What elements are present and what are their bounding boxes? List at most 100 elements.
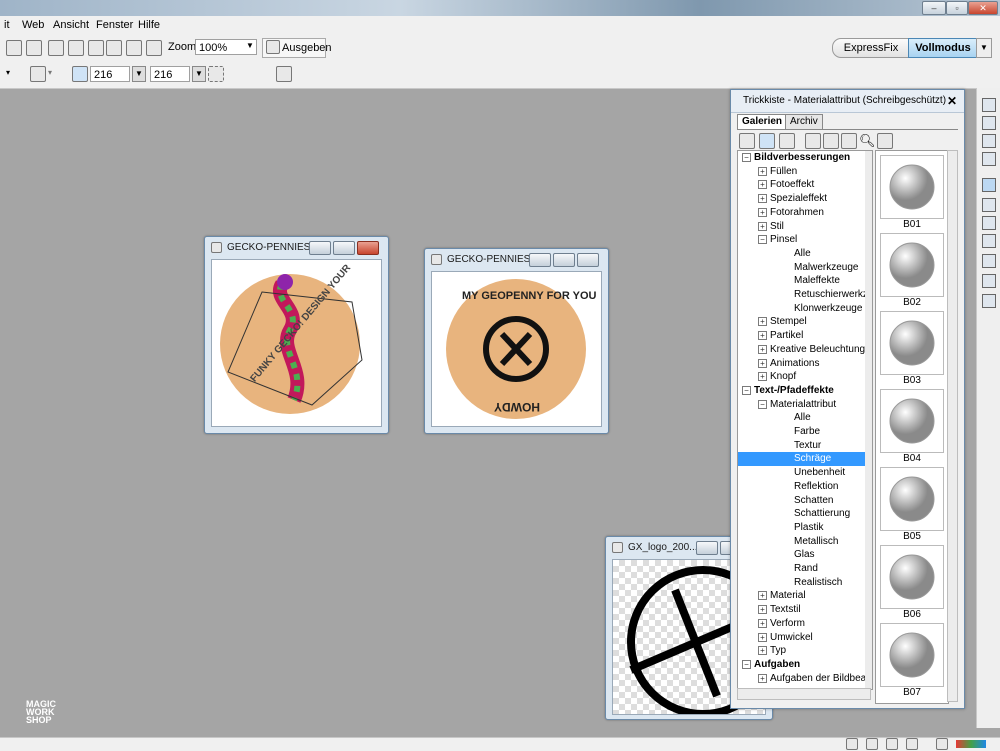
history-icon[interactable] [982, 152, 996, 166]
expand-icon[interactable]: + [758, 673, 767, 683]
tree-item[interactable]: Alle [738, 247, 872, 261]
expand-icon[interactable]: + [758, 618, 767, 628]
fullmode-button[interactable]: Vollmodus [908, 38, 978, 58]
expand-icon[interactable]: + [758, 207, 767, 217]
expand-icon[interactable]: + [758, 605, 767, 615]
doc-minimize-button[interactable] [529, 253, 551, 267]
options-icon[interactable] [877, 133, 893, 149]
tree-item[interactable]: − Text-/Pfadeffekte [738, 384, 872, 398]
doc-close-button[interactable] [577, 253, 599, 267]
list-icon[interactable] [805, 133, 821, 149]
gallery-thumb[interactable] [880, 467, 944, 531]
tree-item[interactable]: + Typ [738, 644, 872, 658]
tree-item[interactable]: Schatten [738, 494, 872, 508]
camera-icon[interactable] [6, 40, 22, 56]
tree-item[interactable]: Malwerkzeuge [738, 261, 872, 275]
home-icon[interactable] [739, 133, 755, 149]
tree-item[interactable]: Realistisch [738, 576, 872, 590]
expressfix-button[interactable]: ExpressFix [832, 38, 910, 58]
gallery-thumb[interactable] [880, 233, 944, 297]
tree-view-icon[interactable] [759, 133, 775, 149]
tree-item[interactable]: + Animations [738, 357, 872, 371]
minimize-button[interactable]: – [922, 1, 946, 15]
document-canvas[interactable]: FUNKY GECKO! DESIGN YOUR [211, 259, 382, 427]
doc-minimize-button[interactable] [309, 241, 331, 255]
tree-item[interactable]: + Spezialeffekt [738, 192, 872, 206]
search-icon[interactable]: 🔍︎ [859, 133, 876, 149]
objects-icon[interactable] [982, 116, 996, 130]
gallery-thumb[interactable] [880, 545, 944, 609]
pages-icon[interactable] [982, 134, 996, 148]
doc-minimize-button[interactable] [696, 541, 718, 555]
fit-icon[interactable] [146, 40, 162, 56]
marquee-icon[interactable] [208, 66, 224, 82]
tree-horizontal-scrollbar[interactable] [737, 688, 871, 700]
tree-item[interactable]: Klonwerkzeuge [738, 302, 872, 316]
tree-item[interactable]: Reflektion [738, 480, 872, 494]
layers-icon[interactable] [982, 98, 996, 112]
doc-maximize-button[interactable] [333, 241, 355, 255]
tree-item[interactable]: − Pinsel [738, 233, 872, 247]
tree-item[interactable]: + Verform [738, 617, 872, 631]
tree-item[interactable]: Unebenheit [738, 466, 872, 480]
tree-item[interactable]: Schattierung [738, 507, 872, 521]
tree-item[interactable]: − Materialattribut [738, 398, 872, 412]
tree-item[interactable]: Plastik [738, 521, 872, 535]
selection-mode-icon[interactable] [30, 66, 46, 82]
tree-item[interactable]: Glas [738, 548, 872, 562]
copy-icon[interactable] [106, 40, 122, 56]
document-window-gecko-1[interactable]: GECKO-PENNIES... FUNKY GECKO! DESIGN YOU… [204, 236, 389, 434]
histogram-icon[interactable] [982, 254, 996, 268]
collapse-icon[interactable]: − [758, 399, 767, 409]
expand-icon[interactable]: + [758, 646, 767, 656]
height-input[interactable]: 216 [150, 66, 190, 82]
play-icon[interactable] [982, 216, 996, 230]
brightness-icon[interactable] [68, 40, 84, 56]
doc-close-button[interactable] [357, 241, 379, 255]
expand-icon[interactable]: + [758, 317, 767, 327]
tree-item[interactable]: Schräge [738, 452, 872, 467]
tree-item[interactable]: + Textstil [738, 603, 872, 617]
expand-icon[interactable]: + [758, 194, 767, 204]
close-button[interactable]: ✕ [968, 1, 998, 15]
crop-icon[interactable] [88, 40, 104, 56]
panel-titlebar[interactable]: Trickkiste - Materialattribut (Schreibge… [731, 90, 964, 113]
category-tree[interactable]: − Bildverbesserungen + Füllen + Fotoeffekt + Sp… [737, 150, 873, 690]
collapse-icon[interactable]: − [742, 659, 751, 669]
gallery-thumb[interactable] [880, 623, 944, 687]
text-icon[interactable] [982, 234, 996, 248]
grid-icon[interactable] [841, 133, 857, 149]
width-input[interactable]: 216 [90, 66, 130, 82]
gallery-thumb[interactable] [880, 155, 944, 219]
collapse-icon[interactable]: − [742, 385, 751, 395]
expand-icon[interactable]: + [758, 221, 767, 231]
edit-icon[interactable] [823, 133, 839, 149]
menu-web[interactable]: Web [22, 19, 44, 31]
gallery-thumb[interactable] [880, 389, 944, 453]
tree-item[interactable]: + Fotorahmen [738, 206, 872, 220]
hand-icon[interactable] [779, 133, 795, 149]
tree-item[interactable]: + Kreative Beleuchtungs [738, 343, 872, 357]
output-button[interactable]: Ausgeben [262, 38, 332, 58]
menu-help[interactable]: Hilfe [138, 19, 160, 31]
tree-item[interactable]: Metallisch [738, 535, 872, 549]
tree-item[interactable]: Retuschierwerkzeuge [738, 288, 872, 302]
expand-icon[interactable]: + [758, 358, 767, 368]
tree-item[interactable]: + Partikel [738, 329, 872, 343]
tree-item[interactable]: + Fotoeffekt [738, 178, 872, 192]
gallery-scrollbar[interactable] [947, 150, 958, 702]
paste-icon[interactable] [126, 40, 142, 56]
menu-edit[interactable]: it [4, 19, 10, 31]
document-canvas[interactable]: MY GEOPENNY FOR YOU HOWDY [431, 271, 602, 427]
color-icon[interactable] [982, 198, 996, 212]
expand-icon[interactable]: + [758, 166, 767, 176]
menu-window[interactable]: Fenster [96, 19, 133, 31]
menu-view[interactable]: Ansicht [53, 19, 89, 31]
tree-item[interactable]: + Material [738, 589, 872, 603]
tree-item[interactable]: + Stempel [738, 315, 872, 329]
house-icon[interactable] [276, 66, 292, 82]
lock-icon[interactable] [72, 66, 88, 82]
expand-icon[interactable]: + [758, 344, 767, 354]
collapse-icon[interactable]: − [742, 153, 751, 162]
expand-icon[interactable]: + [758, 372, 767, 382]
